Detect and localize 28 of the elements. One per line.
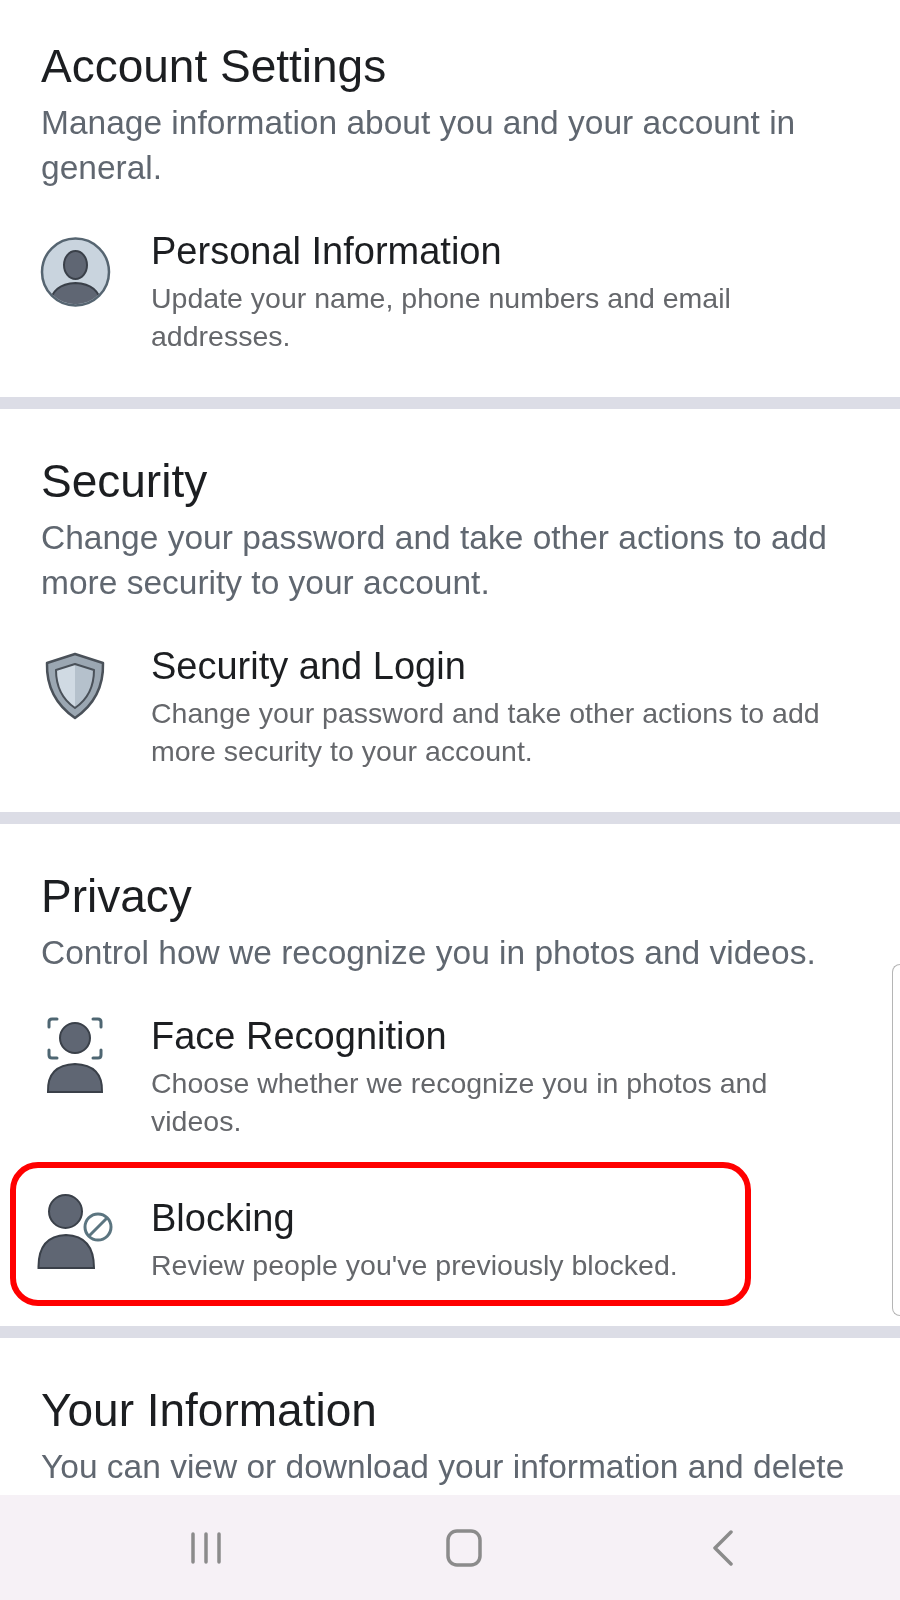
settings-item[interactable]: Personal Information Update your name, phone numbers and email addresses. [0,195,888,377]
settings-item[interactable]: Face Recognition Choose whether we recognize you in photos and videos. [0,980,888,1162]
section-title: Account Settings [41,39,387,94]
section-title: Your Information [41,1383,377,1438]
item-title: Personal Information [151,229,502,274]
shield-icon [44,652,106,720]
item-description: Review people you've previously blocked. [151,1248,679,1283]
item-title: Blocking [151,1196,295,1241]
person-blocked-icon [36,1193,114,1270]
item-description: Update your name, phone numbers and email addresses. [151,281,732,354]
item-description: Choose whether we recognize you in photos and videos. [151,1066,769,1139]
rounded-square-icon[interactable] [446,1528,482,1567]
section-description: Change your password and take other actions to add more security to your account. [41,518,828,603]
item-title: Security and Login [151,644,466,689]
section-description: You can view or download your information and delete [41,1447,846,1487]
face-scan-icon [46,1016,104,1094]
item-title: Face Recognition [151,1014,447,1059]
three-lines-icon[interactable] [189,1530,223,1565]
settings-item[interactable]: Blocking Review people you've previously blocked. [0,1162,888,1306]
section-title: Security [41,454,208,509]
section-description: Manage information about you and your account in general. [41,103,797,188]
person-circle-icon [39,237,111,307]
section-title: Privacy [41,869,192,924]
item-description: Change your password and take other actions to add more security to your account. [151,696,821,769]
settings-item[interactable]: Security and Login Change your password and take other actions to add more security to your account. [0,610,888,792]
scrollbar-thumb[interactable] [892,964,900,1316]
chevron-left-icon[interactable] [712,1529,734,1566]
section-description: Control how we recognize you in photos and videos. [41,933,817,973]
